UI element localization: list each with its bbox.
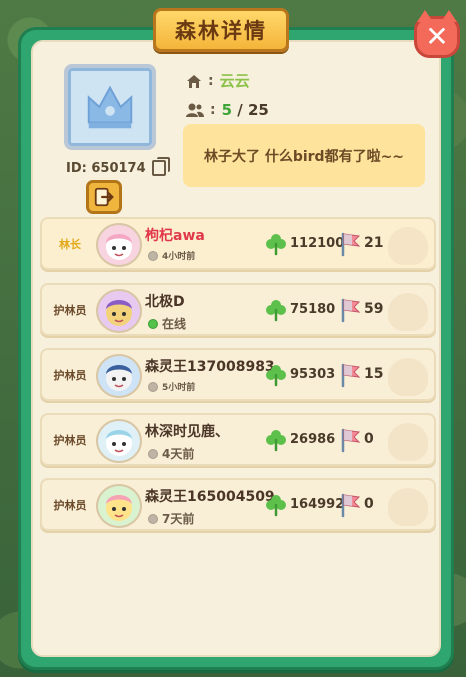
clover-count: 112100 (290, 236, 345, 251)
flag-icon (341, 363, 361, 388)
clover-icon (266, 495, 286, 517)
member-status: 4天前 (148, 445, 194, 462)
member-status-text: 4小时前 (162, 252, 196, 262)
members-icon (186, 103, 204, 117)
dialog-title: 森林详情 (175, 19, 267, 43)
avatar[interactable] (96, 289, 142, 333)
member-role: 林长 (59, 238, 81, 251)
avatar[interactable] (96, 419, 142, 463)
avatar[interactable] (96, 484, 142, 528)
status-dot-icon (148, 513, 158, 524)
card-decoration (388, 293, 428, 331)
member-role: 护林员 (53, 499, 87, 512)
forest-members-row: : 5 / 25 (186, 101, 269, 119)
member-status-text: 在线 (162, 317, 187, 331)
flag-icon (341, 493, 361, 518)
member-status-text: 7天前 (162, 512, 195, 526)
close-icon: ✕ (425, 20, 449, 53)
member-status: 5小时前 (148, 380, 195, 393)
clover-count: 75180 (290, 302, 336, 317)
flag-count: 59 (364, 301, 384, 317)
flag-count: 0 (364, 496, 374, 512)
card-decoration (388, 488, 428, 526)
clover-count: 26986 (290, 432, 336, 447)
member-row[interactable]: 护林员 北极D 在线 75180 59 (40, 283, 436, 336)
member-row[interactable]: 护林员 森灵王137008983 5小时前 95303 15 (40, 348, 436, 401)
member-status-text: 5小时前 (162, 383, 196, 393)
clover-icon (266, 430, 286, 452)
member-status: 在线 (148, 315, 186, 332)
forest-motto: 林子大了 什么bird都有了啦~~ (183, 124, 425, 187)
avatar[interactable] (96, 354, 142, 398)
member-status: 7天前 (148, 510, 194, 527)
member-role: 护林员 (53, 434, 87, 447)
clover-icon (266, 300, 286, 322)
forest-motto-text: 林子大了 什么bird都有了啦~~ (203, 148, 405, 165)
member-role: 护林员 (53, 304, 87, 317)
flag-icon (341, 298, 361, 323)
forest-emblem (64, 64, 156, 150)
member-name: 森灵王165004509 (145, 489, 275, 505)
status-dot-icon (148, 250, 158, 261)
forest-name-row: : 云云 (186, 70, 250, 91)
forest-id-text: ID: 650174 (66, 160, 146, 176)
forest-name: 云云 (219, 72, 250, 90)
close-button[interactable]: ✕ (414, 10, 460, 58)
status-dot-icon (148, 381, 158, 392)
member-status: 4小时前 (148, 249, 195, 262)
card-decoration (388, 227, 428, 265)
crown-emblem-icon (87, 85, 133, 129)
exit-forest-button[interactable] (86, 180, 122, 214)
flag-count: 0 (364, 431, 374, 447)
status-dot-icon (148, 318, 158, 329)
flag-icon (341, 232, 361, 257)
member-role: 护林员 (53, 369, 87, 382)
flag-count: 15 (364, 366, 384, 382)
avatar-icon (106, 234, 132, 260)
avatar-icon (106, 300, 132, 326)
clover-icon (266, 234, 286, 256)
flag-icon (341, 428, 361, 453)
member-status-text: 4天前 (162, 447, 195, 461)
avatar[interactable] (96, 223, 142, 267)
member-name: 森灵王137008983 (145, 359, 275, 375)
member-row[interactable]: 护林员 林深时见鹿、 4天前 26986 0 (40, 413, 436, 466)
status-dot-icon (148, 448, 158, 459)
member-name: 林深时见鹿、 (145, 424, 229, 440)
clover-count: 95303 (290, 367, 336, 382)
exit-icon (94, 187, 114, 207)
home-icon (187, 74, 201, 88)
member-row[interactable]: 林长 枸杞awa 4小时前 112100 21 (40, 217, 436, 270)
dialog-title-tab: 森林详情 (153, 8, 289, 52)
member-name: 北极D (145, 294, 185, 310)
copy-icon[interactable] (151, 157, 170, 176)
flag-count: 21 (364, 235, 384, 251)
clover-icon (266, 365, 286, 387)
card-decoration (388, 358, 428, 396)
avatar-icon (106, 365, 132, 391)
avatar-icon (106, 430, 132, 456)
member-row[interactable]: 护林员 森灵王165004509 7天前 164992 0 (40, 478, 436, 531)
member-count: 5 / 25 (221, 101, 269, 119)
member-name: 枸杞awa (145, 228, 205, 244)
card-decoration (388, 423, 428, 461)
forest-id: ID: 650174 (66, 157, 170, 176)
avatar-icon (106, 495, 132, 521)
clover-count: 164992 (290, 497, 345, 512)
